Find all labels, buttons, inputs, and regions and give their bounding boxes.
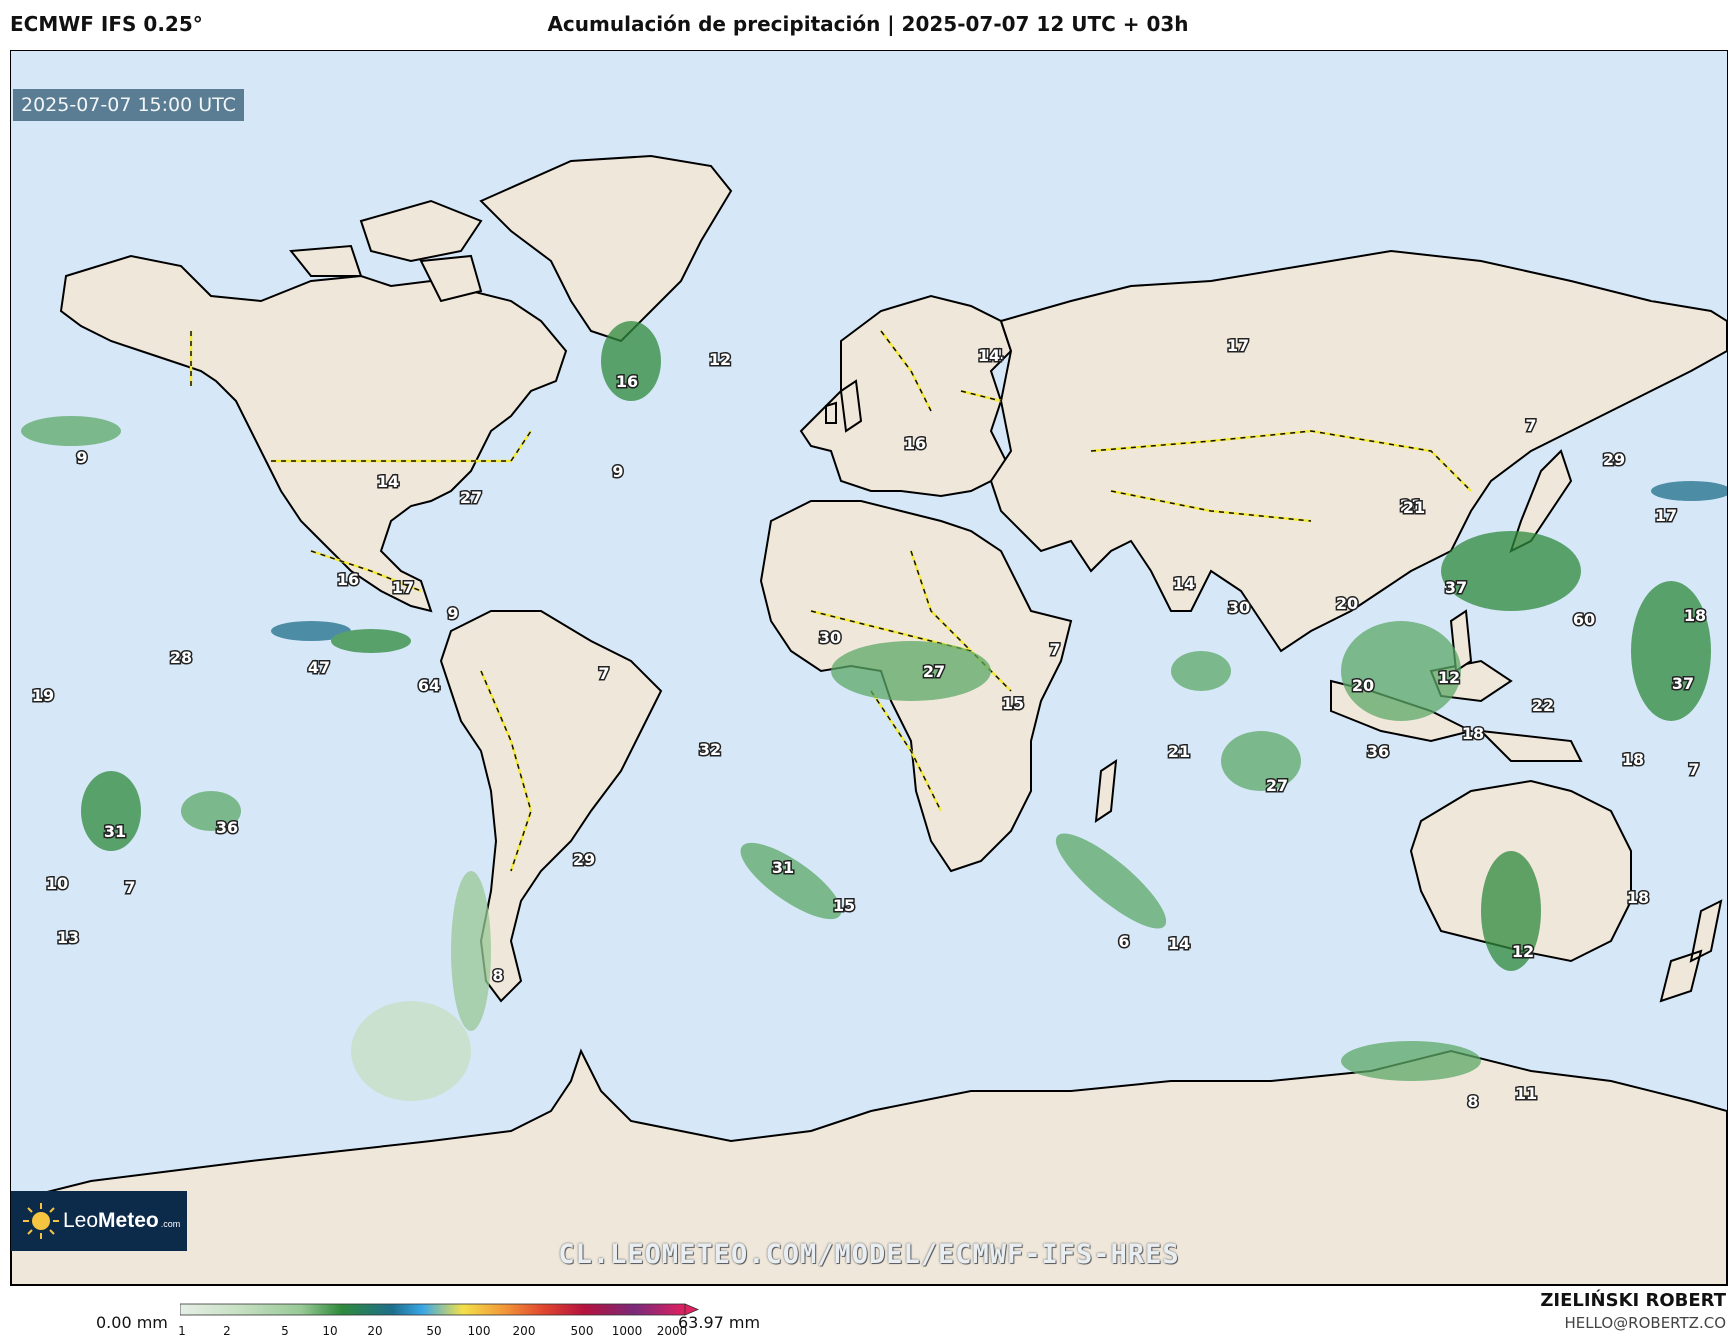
land-layer	[11, 154, 1727, 1285]
value-label: 11	[1515, 1084, 1537, 1103]
value-label: 17	[392, 578, 414, 597]
value-label: 31	[104, 822, 126, 841]
source-watermark: CL.LEOMETEO.COM/MODEL/ECMWF-IFS-HRES	[558, 1239, 1180, 1270]
value-label: 18	[1622, 750, 1644, 769]
value-label: 31	[772, 858, 794, 877]
value-label: 16	[337, 570, 359, 589]
colorbar-tick: 10	[322, 1324, 338, 1338]
colorbar-min-label: 0.00 mm	[96, 1313, 168, 1332]
value-label: 18	[1462, 724, 1484, 743]
value-label: 8	[1467, 1092, 1478, 1111]
value-label: 9	[612, 462, 623, 481]
world-map-svg: 16 12 17 14 9 14 27 9 16 17 9 28 47 64 1…	[11, 154, 1727, 1285]
value-label: 16	[616, 372, 638, 391]
value-label: 22	[1532, 696, 1554, 715]
colorbar-tick: 100	[467, 1324, 491, 1338]
value-label: 15	[1002, 694, 1024, 713]
value-label: 14	[1173, 574, 1195, 593]
value-label: 29	[573, 850, 595, 869]
value-label: 7	[124, 878, 135, 897]
colorbar-tick: 50	[426, 1324, 442, 1338]
value-label: 17	[1655, 506, 1677, 525]
madagascar	[1094, 758, 1118, 824]
value-label: 37	[1672, 674, 1694, 693]
value-label: 7	[1049, 640, 1060, 659]
value-label: 7	[1688, 760, 1699, 779]
value-label: 64	[418, 676, 440, 695]
value-label: 9	[76, 448, 87, 467]
author-name: ZIELIŃSKI ROBERT	[1540, 1290, 1726, 1311]
value-label: 37	[1445, 578, 1467, 597]
value-label: 12	[1438, 668, 1460, 687]
value-label: 30	[819, 628, 841, 647]
value-label: 20	[1352, 676, 1374, 695]
colorbar-tick: 2000	[656, 1324, 688, 1338]
value-label: 10	[46, 874, 68, 893]
value-label: 60	[1573, 610, 1595, 629]
chart-title: Acumulación de precipitación | 2025-07-0…	[547, 12, 1189, 36]
value-label: 6	[1118, 932, 1129, 951]
value-label: 21	[1403, 498, 1425, 517]
value-label: 36	[216, 818, 238, 837]
value-label: 27	[923, 662, 945, 681]
value-label: 27	[1266, 776, 1288, 795]
value-label: 14	[377, 472, 399, 491]
sun-icon	[23, 1203, 59, 1239]
value-label: 20	[1336, 594, 1358, 613]
value-label: 27	[460, 488, 482, 507]
value-label: 32	[699, 740, 721, 759]
value-label: 13	[57, 928, 79, 947]
colorbar-tick: 500	[570, 1324, 594, 1338]
value-label: 18	[1684, 606, 1706, 625]
colorbar-tick: 1000	[611, 1324, 643, 1338]
precipitation-map[interactable]: 16 12 17 14 9 14 27 9 16 17 9 28 47 64 1…	[10, 50, 1728, 1286]
logo-wordmark: LeoMeteo .com	[63, 1209, 181, 1232]
value-label: 15	[833, 896, 855, 915]
value-label: 16	[904, 434, 926, 453]
value-label: 8	[492, 966, 503, 985]
colorbar-tick: 200	[512, 1324, 536, 1338]
value-label: 12	[709, 350, 731, 369]
colorbar-max-label: 63.97 mm	[678, 1313, 761, 1332]
value-label: 28	[170, 648, 192, 667]
new-zealand	[1659, 899, 1723, 1003]
colorbar-tick: 20	[367, 1324, 383, 1338]
value-label: 47	[308, 658, 330, 677]
value-label: 12	[1512, 942, 1534, 961]
colorbar	[180, 1303, 700, 1316]
value-label: 7	[598, 664, 609, 683]
value-label: 30	[1228, 598, 1250, 617]
value-label: 14	[978, 346, 1000, 365]
value-label: 9	[447, 604, 458, 623]
value-label: 14	[1168, 934, 1190, 953]
colorbar-tick: 2	[223, 1324, 231, 1338]
value-label: 29	[1603, 450, 1625, 469]
value-label: 19	[32, 686, 54, 705]
value-label: 17	[1227, 336, 1249, 355]
valid-time-badge: 2025-07-07 15:00 UTC	[13, 89, 244, 121]
value-label: 18	[1627, 888, 1649, 907]
author-email[interactable]: HELLO@ROBERTZ.CO	[1564, 1314, 1726, 1332]
value-label: 21	[1168, 742, 1190, 761]
value-label: 36	[1367, 742, 1389, 761]
value-label: 7	[1525, 416, 1536, 435]
colorbar-tick: 1	[178, 1324, 186, 1338]
colorbar-tick: 5	[281, 1324, 289, 1338]
north-america	[59, 254, 568, 613]
